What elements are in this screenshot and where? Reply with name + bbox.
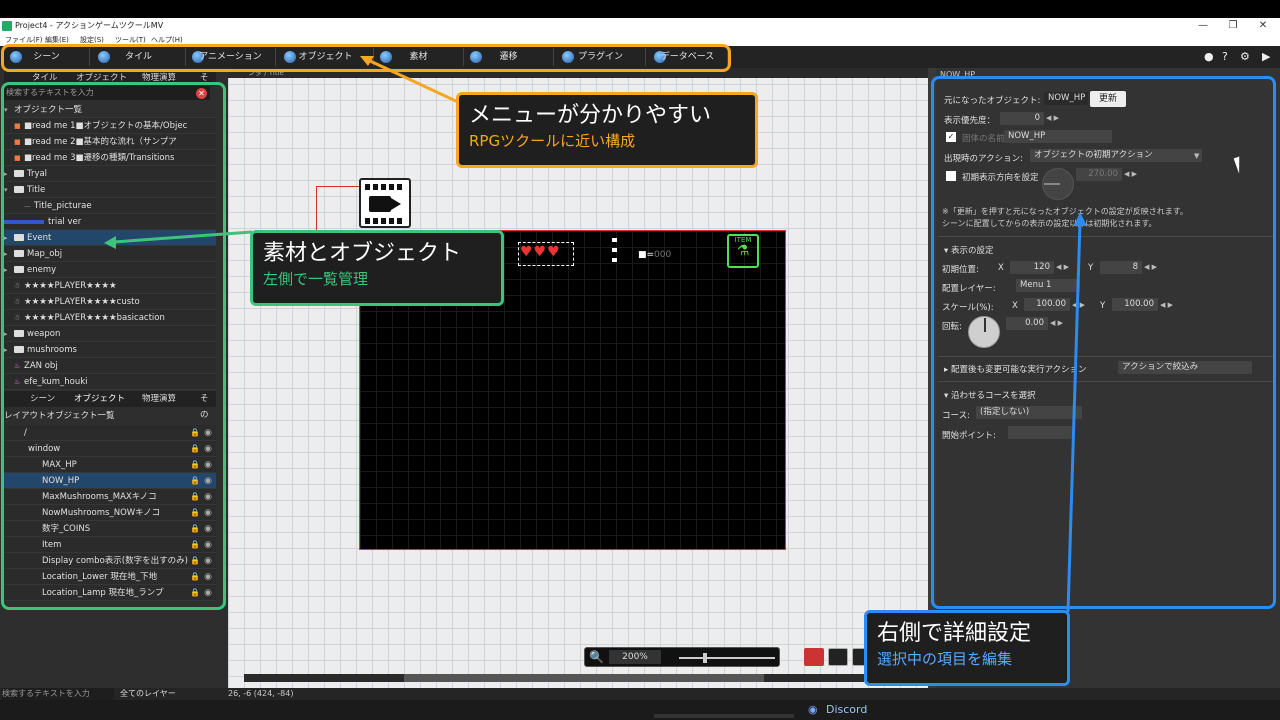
left-arrow-head [104, 236, 116, 249]
left-callout-title: 素材とオブジェクト [263, 241, 462, 266]
left-callout-subtitle: 左側で一覧管理 [263, 270, 369, 288]
menu-callout-subtitle: RPGツクールに近い構成 [469, 132, 636, 150]
menu-arrow [367, 58, 459, 104]
right-callout-title: 右側で詳細設定 [877, 621, 1032, 646]
right-callout: 右側で詳細設定 選択中の項目を編集 [864, 610, 1070, 686]
left-callout: 素材とオブジェクト 左側で一覧管理 [250, 230, 504, 306]
right-callout-subtitle: 選択中の項目を編集 [877, 650, 1013, 668]
right-arrow [1066, 221, 1082, 613]
left-arrow [113, 230, 253, 244]
menu-callout-title: メニューが分かりやすい [469, 103, 712, 128]
right-arrow-head [1074, 212, 1087, 226]
menu-callout: メニューが分かりやすい RPGツクールに近い構成 [456, 92, 758, 168]
